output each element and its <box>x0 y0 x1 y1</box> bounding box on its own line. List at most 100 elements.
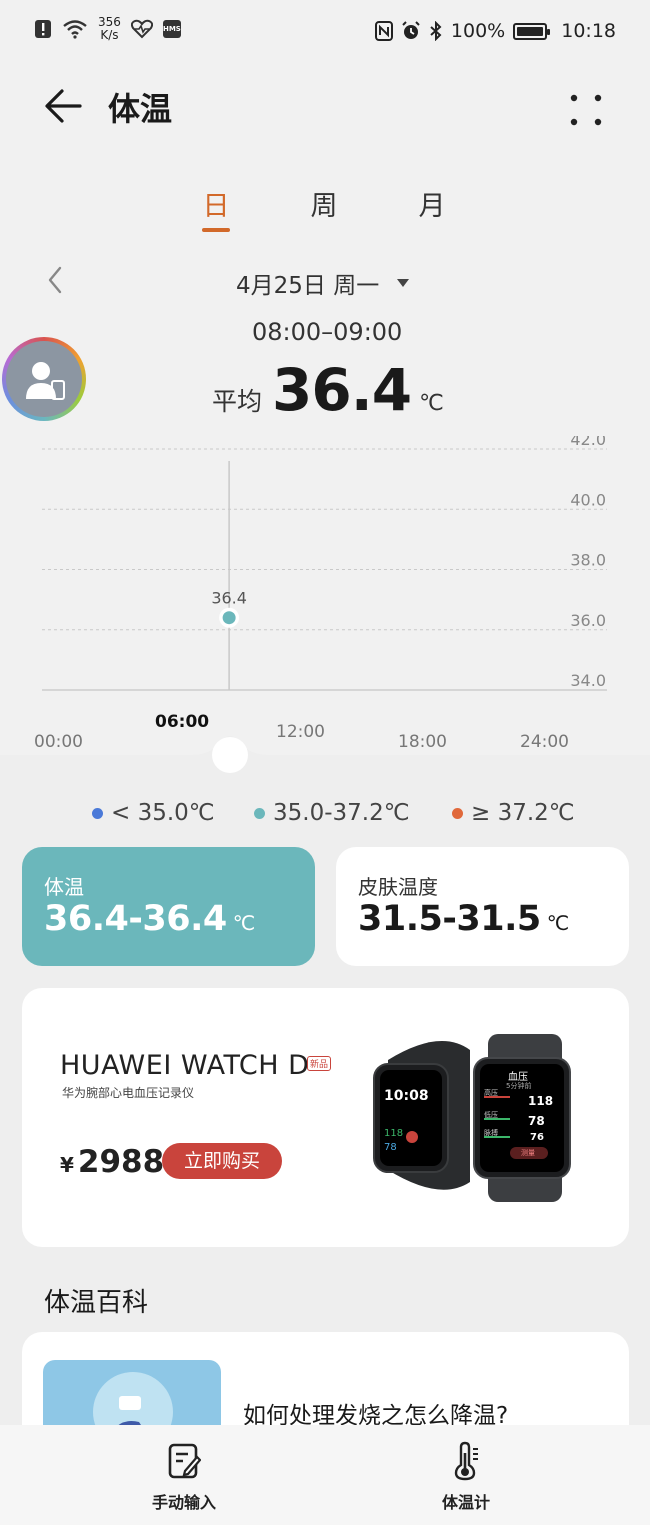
date-picker[interactable]: 4月25日 周一 <box>236 266 410 300</box>
hms-icon: HMS <box>162 20 181 38</box>
skin-temp-unit: ℃ <box>546 911 569 935</box>
status-right: 100% 10:18 <box>374 20 616 42</box>
net-speed-unit: K/s <box>100 28 119 42</box>
watch-right-sub: 5分钟前 <box>506 1082 532 1090</box>
buy-now-button[interactable]: 立即购买 <box>162 1143 282 1179</box>
watch-left-time: 10:08 <box>384 1088 429 1104</box>
wifi-icon <box>63 20 87 39</box>
product-subtitle: 华为腕部心电血压记录仪 <box>62 1086 195 1100</box>
body-temp-range: 36.4-36.4 <box>44 899 227 939</box>
bottom-action-bar: 手动输入 体温计 <box>0 1425 650 1525</box>
status-left: 356 K/s HMS <box>34 16 181 42</box>
tab-day-label: 日 <box>202 191 230 222</box>
tab-week[interactable]: 周 <box>294 184 354 223</box>
nfc-icon <box>374 21 393 41</box>
thermometer-label: 体温计 <box>441 1493 490 1512</box>
alert-icon <box>35 20 51 38</box>
skin-temp-card[interactable]: 皮肤温度 31.5-31.5 ℃ <box>336 847 629 966</box>
skin-temp-value: 31.5-31.5 ℃ <box>358 899 569 939</box>
chart-svg: 42.0 40.0 38.0 36.0 34.0 36.4 <box>42 436 607 691</box>
header: 体温 <box>0 76 650 136</box>
price-currency: ¥ <box>60 1153 74 1177</box>
watch-illustration: 10:08 118 78 血压 5分钟前 高压 118 低压 78 脉搏 76 … <box>370 1030 580 1205</box>
network-speed: 356 K/s <box>98 16 121 42</box>
y-tick-label: 42.0 <box>570 436 606 449</box>
y-tick-label: 34.0 <box>570 671 606 690</box>
temperature-chart[interactable]: 42.0 40.0 38.0 36.0 34.0 36.4 00:00 06:00 12:… <box>0 436 650 756</box>
legend-low: < 35.0℃ <box>92 800 215 826</box>
section-title: 体温百科 <box>44 1288 149 1318</box>
previous-date-button[interactable] <box>42 262 70 298</box>
person-icon <box>26 362 65 400</box>
selected-time-range: 08:00–09:00 <box>252 318 403 346</box>
alarm-icon <box>402 21 420 39</box>
tab-month-label: 月 <box>418 191 446 222</box>
legend-dot-orange <box>452 807 463 819</box>
skin-temp-range: 31.5-31.5 <box>358 899 541 939</box>
skin-temp-label: 皮肤温度 <box>358 875 438 899</box>
arrow-left-icon <box>45 89 82 123</box>
chevron-left-icon <box>48 266 62 294</box>
y-tick-label: 40.0 <box>570 490 606 509</box>
legend-dot-blue <box>92 807 103 819</box>
average-value: 36.4 <box>272 356 412 424</box>
watch-right-row1-label: 高压 <box>484 1089 498 1097</box>
x-tick-label: 18:00 <box>398 732 447 752</box>
manual-input-button[interactable]: 手动输入 <box>124 1425 244 1525</box>
battery-icon <box>513 22 551 40</box>
tab-day[interactable]: 日 <box>186 184 246 232</box>
period-tabs: 日 周 月 <box>0 184 650 244</box>
temperature-legend: < 35.0℃ 35.0-37.2℃ ≥ 37.2℃ <box>0 800 650 830</box>
product-name: HUAWEI WATCH D <box>60 1050 310 1081</box>
floating-assistant-avatar[interactable] <box>2 337 86 421</box>
watch-right-row2-value: 78 <box>528 1114 545 1128</box>
average-label: 平均 <box>212 387 263 416</box>
x-tick-label: 12:00 <box>276 722 325 742</box>
legend-normal: 35.0-37.2℃ <box>254 800 410 826</box>
dropdown-triangle-icon <box>397 279 410 287</box>
data-point[interactable] <box>222 611 236 625</box>
watch-right-row1-value: 118 <box>528 1094 554 1108</box>
legend-high-label: ≥ 37.2℃ <box>471 800 575 826</box>
heart-rate-icon <box>130 19 153 39</box>
manual-input-label: 手动输入 <box>151 1493 216 1512</box>
page-title: 体温 <box>108 90 173 128</box>
tab-week-label: 周 <box>310 191 338 222</box>
status-bar: 356 K/s HMS 100% 10:18 <box>0 0 650 64</box>
battery-percent: 100% <box>450 20 506 42</box>
clock: 10:18 <box>561 20 616 42</box>
body-temp-card[interactable]: 体温 36.4-36.4 ℃ <box>22 847 315 966</box>
back-button[interactable] <box>42 84 86 128</box>
tab-active-indicator <box>202 228 230 232</box>
price-value: 2988 <box>77 1144 165 1180</box>
edit-note-icon <box>168 1443 201 1479</box>
y-tick-label: 36.0 <box>570 611 606 630</box>
body-temp-label: 体温 <box>44 875 84 899</box>
average-readout: 平均 36.4 ℃ <box>212 356 444 424</box>
chart-scrubber-handle[interactable] <box>190 724 270 784</box>
thermometer-button[interactable]: 体温计 <box>406 1425 526 1525</box>
bluetooth-icon <box>430 21 442 41</box>
watch-left-row2: 78 <box>384 1142 397 1153</box>
watch-right-row3-label: 脉搏 <box>484 1129 498 1137</box>
body-temp-unit: ℃ <box>232 911 255 935</box>
more-dots-icon <box>570 94 602 126</box>
watch-product-image <box>373 1034 571 1202</box>
new-badge: 新品 <box>307 1056 332 1071</box>
watch-left-row1: 118 <box>384 1128 404 1139</box>
more-button[interactable] <box>568 84 604 128</box>
legend-dot-teal <box>254 807 265 819</box>
x-tick-label: 24:00 <box>520 732 569 752</box>
legend-low-label: < 35.0℃ <box>111 800 215 826</box>
tab-month[interactable]: 月 <box>402 184 462 223</box>
body-temp-value: 36.4-36.4 ℃ <box>44 899 255 939</box>
date-label: 4月25日 周一 <box>236 273 380 299</box>
watch-right-row3-value: 76 <box>530 1132 544 1143</box>
legend-high: ≥ 37.2℃ <box>452 800 575 826</box>
product-price: ¥2988 <box>60 1144 164 1180</box>
average-unit: ℃ <box>419 391 444 416</box>
data-point-label: 36.4 <box>211 589 247 608</box>
legend-normal-label: 35.0-37.2℃ <box>273 800 410 826</box>
thermometer-icon <box>454 1441 478 1481</box>
y-tick-label: 38.0 <box>570 551 606 570</box>
